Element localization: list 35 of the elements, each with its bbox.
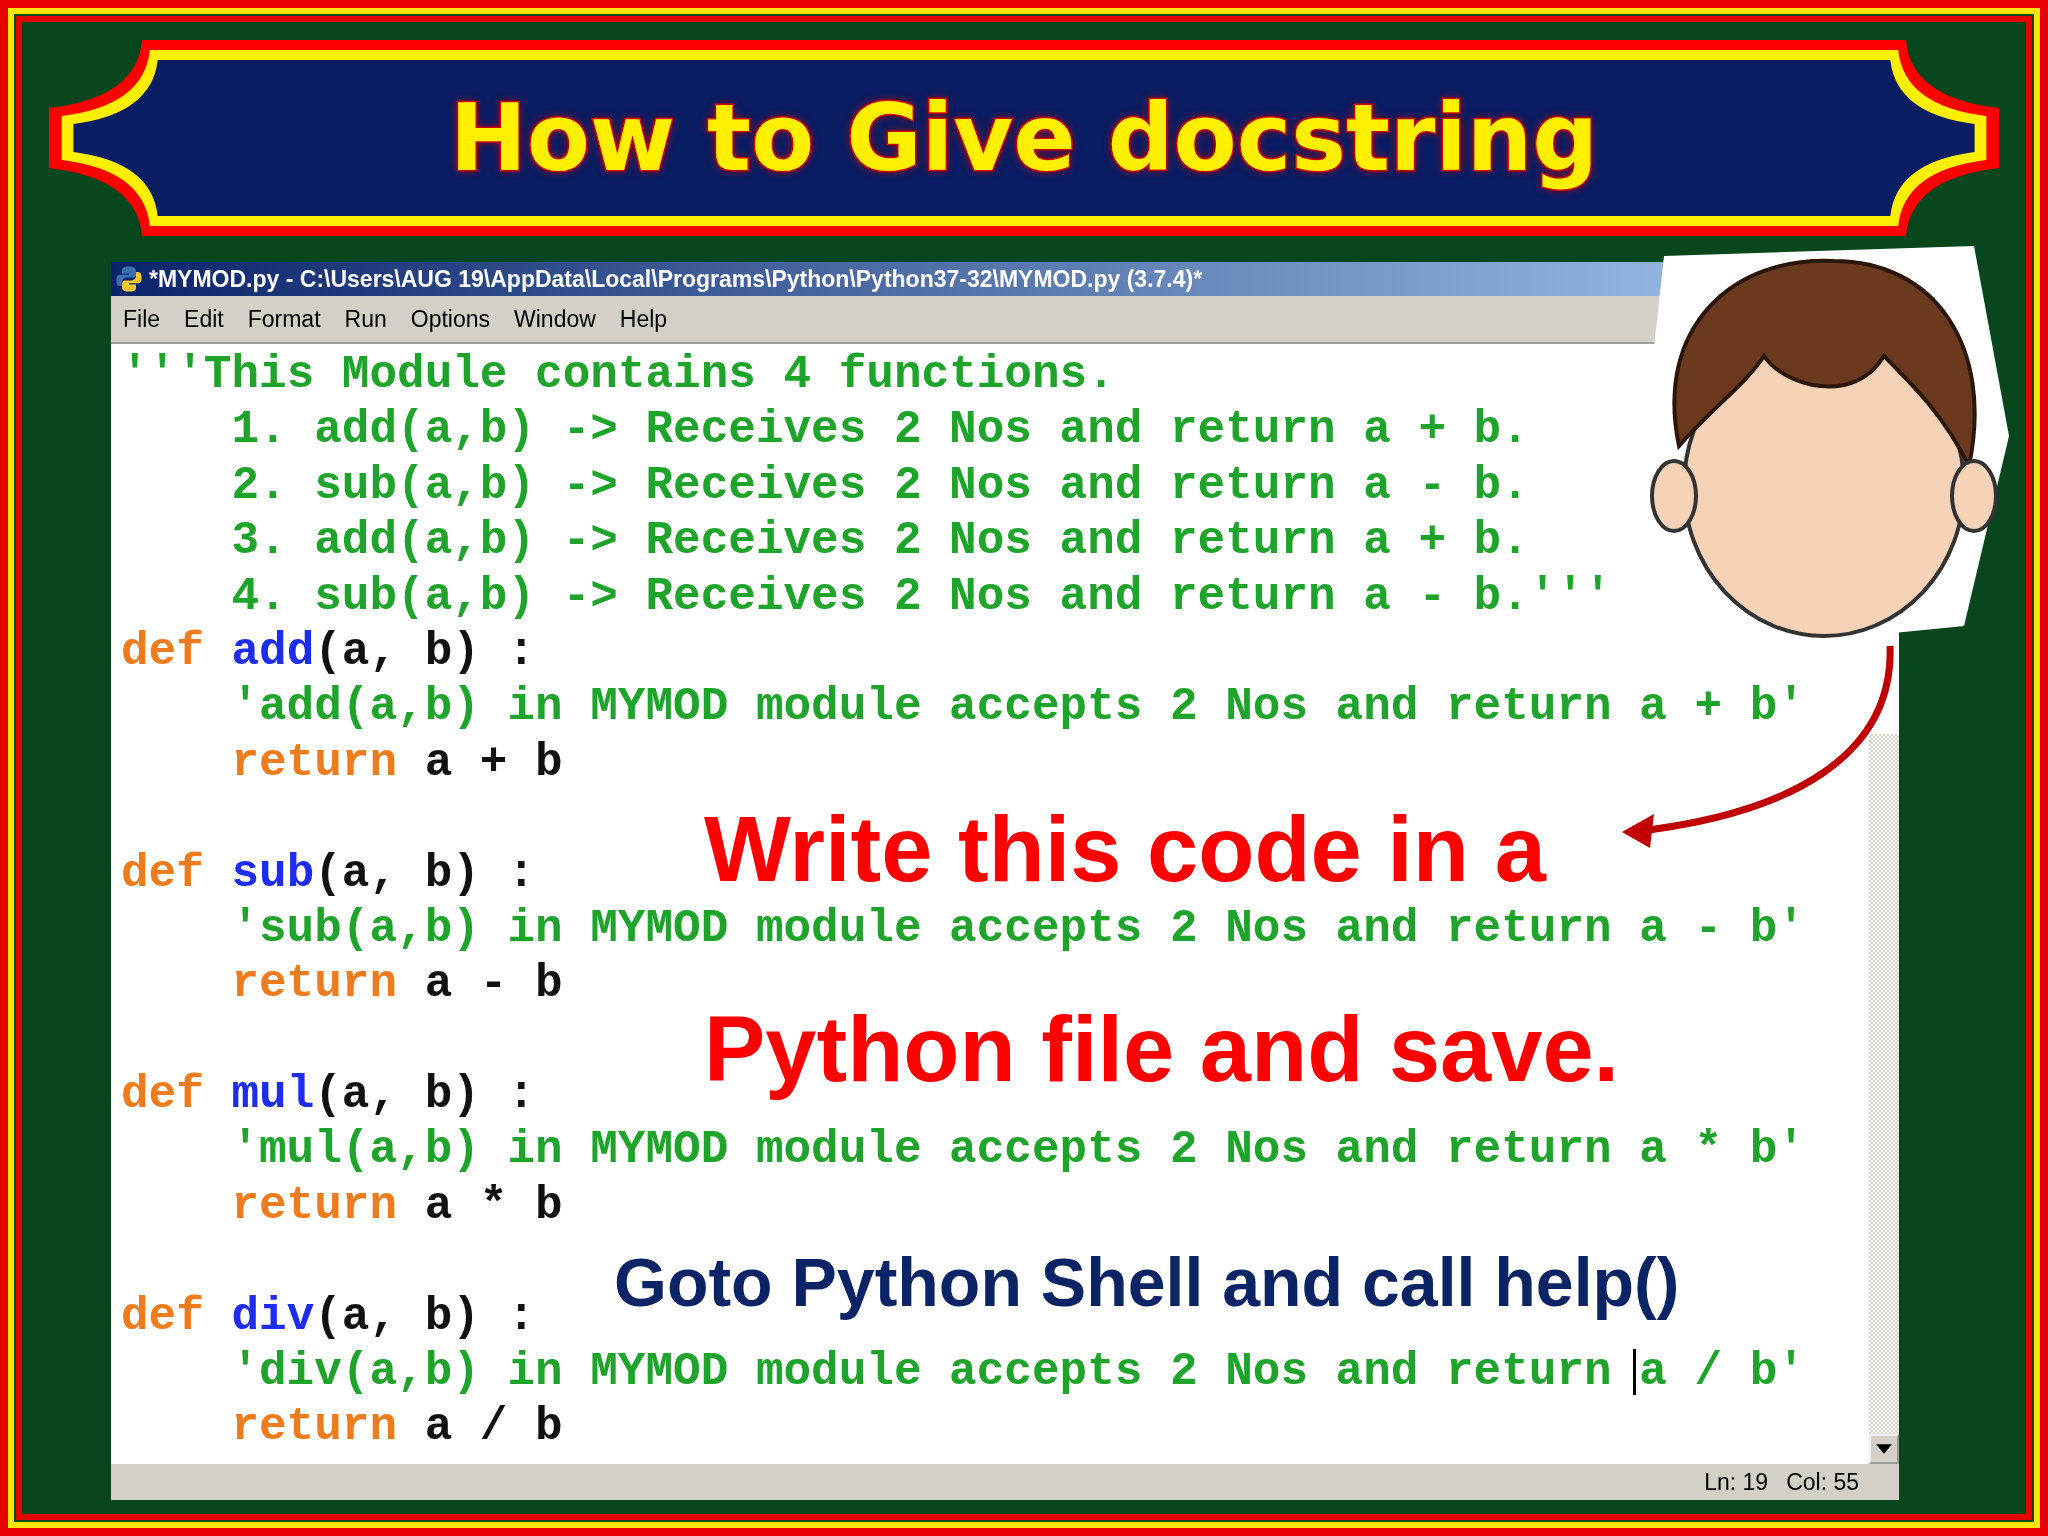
scrollbar[interactable]: [1869, 734, 1899, 1464]
code-line: 1. add(a,b) -> Receives 2 Nos and return a + b.: [230, 403, 1529, 459]
code-line: def add(a, b) :: [121, 624, 536, 680]
menu-item[interactable]: Edit: [176, 303, 232, 335]
code-line: def mul(a, b) :: [121, 1068, 536, 1124]
code-line: return a + b: [230, 735, 563, 791]
code-line: def sub(a, b) :: [121, 846, 536, 902]
line-number: Ln: 19: [1704, 1468, 1769, 1496]
callout-text: Python file and save.: [704, 997, 1620, 1102]
callout-text: Goto Python Shell and call help(): [614, 1243, 1680, 1322]
code-line: 'div(a,b) in MYMOD module accepts 2 Nos and return a / b': [230, 1345, 1805, 1401]
code-line: 2. sub(a,b) -> Receives 2 Nos and return a - b.: [230, 458, 1529, 514]
down-arrow-icon: [1876, 1444, 1892, 1454]
code-line: 'add(a,b) in MYMOD module accepts 2 Nos and return a + b': [230, 680, 1805, 736]
scroll-down-button[interactable]: [1869, 1434, 1899, 1464]
menu-item[interactable]: Run: [336, 303, 395, 335]
code-line: 'mul(a,b) in MYMOD module accepts 2 Nos and return a * b': [230, 1123, 1805, 1179]
python-icon: [115, 265, 143, 293]
code-line: return a * b: [230, 1178, 563, 1234]
code-line: return a / b: [230, 1400, 563, 1456]
column-number: Col: 55: [1786, 1468, 1859, 1496]
slide-title: How to Give docstring: [449, 84, 1599, 192]
menu-item[interactable]: Format: [239, 303, 329, 335]
code-line: 3. add(a,b) -> Receives 2 Nos and return a + b.: [230, 514, 1529, 570]
menu-item[interactable]: Window: [506, 303, 604, 335]
code-line: 4. sub(a,b) -> Receives 2 Nos and return a - b.''': [230, 569, 1612, 625]
window-title: *MYMOD.py - C:\Users\AUG 19\AppData\Local\Programs\Python\Python37-32\MYMOD.py (3.7.4)*: [149, 265, 1203, 293]
code-line: 'sub(a,b) in MYMOD module accepts 2 Nos and return a - b': [230, 901, 1805, 957]
menu-item[interactable]: Options: [402, 303, 498, 335]
menu-item[interactable]: File: [115, 303, 169, 335]
code-line: '''This Module contains 4 functions.: [121, 348, 1115, 403]
callout-text: Write this code in a: [704, 797, 1546, 902]
menu-item[interactable]: Help: [611, 303, 676, 335]
code-line: return a - b: [230, 957, 563, 1013]
code-line: def div(a, b) :: [121, 1289, 536, 1345]
